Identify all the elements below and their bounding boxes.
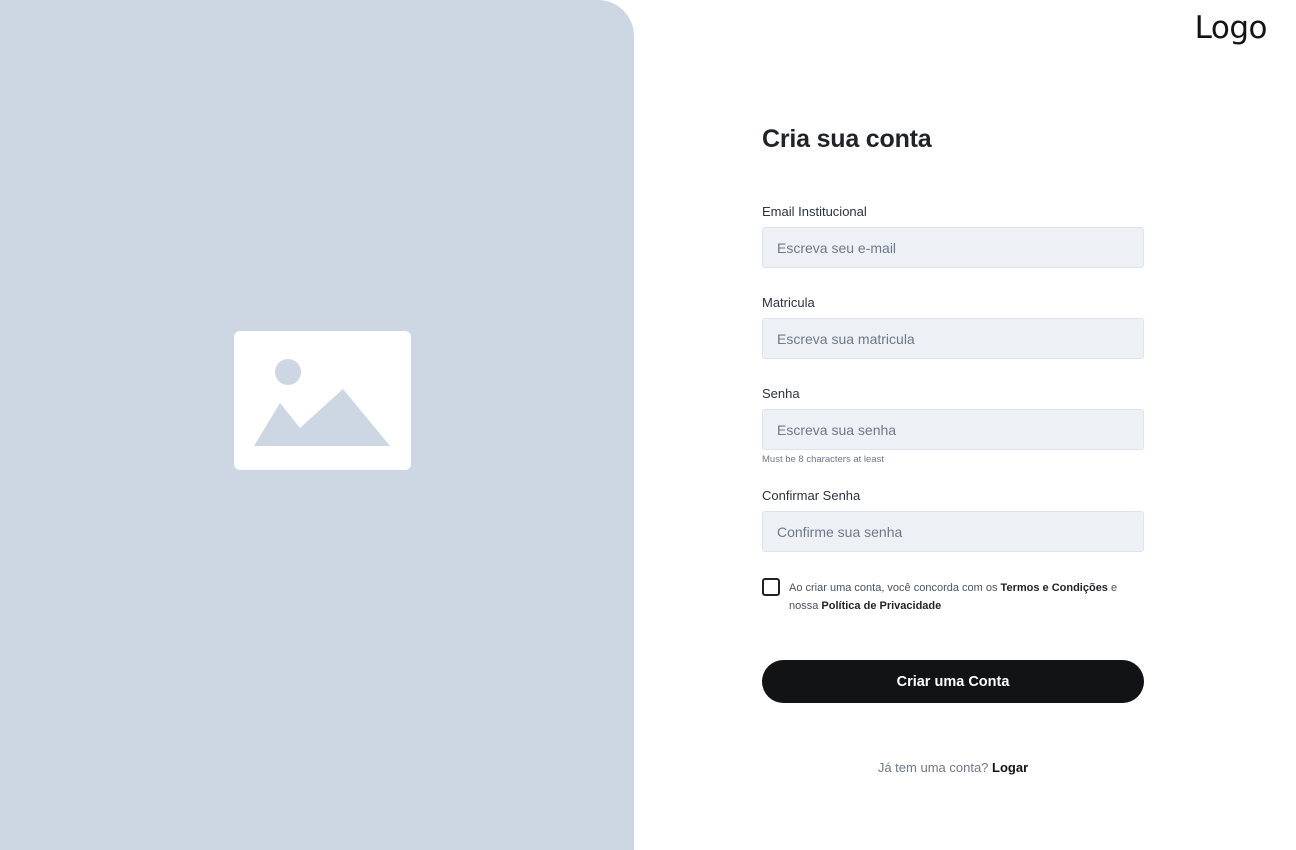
password-label: Senha <box>762 386 800 401</box>
password-input[interactable] <box>762 409 1144 450</box>
login-prompt: Já tem uma conta? <box>877 760 989 775</box>
login-link[interactable]: Logar <box>992 760 1028 775</box>
registration-field-group: Matricula <box>762 294 1144 359</box>
terms-checkbox[interactable] <box>762 578 780 596</box>
privacy-link[interactable]: Política de Privacidade <box>821 600 941 612</box>
hero-image-panel <box>0 0 634 850</box>
email-label: Email Institucional <box>762 204 867 219</box>
confirm-password-input[interactable] <box>762 511 1144 552</box>
signup-form: Cria sua conta Email Institucional Matri… <box>762 120 1144 775</box>
logo: Logo <box>1194 10 1268 46</box>
email-field-group: Email Institucional <box>762 203 1144 268</box>
login-prompt-line: Já tem uma conta? Logar <box>762 760 1144 775</box>
password-field-group: Senha Must be 8 characters at least <box>762 385 1144 465</box>
create-account-button[interactable]: Criar uma Conta <box>762 660 1144 703</box>
registration-input[interactable] <box>762 318 1144 359</box>
confirm-password-field-group: Confirmar Senha <box>762 487 1144 552</box>
password-hint: Must be 8 characters at least <box>762 454 884 465</box>
image-placeholder-icon <box>234 331 411 470</box>
terms-agreement: Ao criar uma conta, você concorda com os… <box>762 578 1144 615</box>
terms-prefix: Ao criar uma conta, você concorda com os <box>789 582 1001 594</box>
image-placeholder-graphic <box>254 359 390 446</box>
email-input[interactable] <box>762 227 1144 268</box>
page-title: Cria sua conta <box>762 125 932 153</box>
terms-text: Ao criar uma conta, você concorda com os… <box>789 579 1144 615</box>
registration-label: Matricula <box>762 295 815 310</box>
confirm-password-label: Confirmar Senha <box>762 488 861 503</box>
terms-link[interactable]: Termos e Condições <box>1001 582 1108 594</box>
signup-page: Logo Cria sua conta Email Institucional … <box>0 0 1296 850</box>
